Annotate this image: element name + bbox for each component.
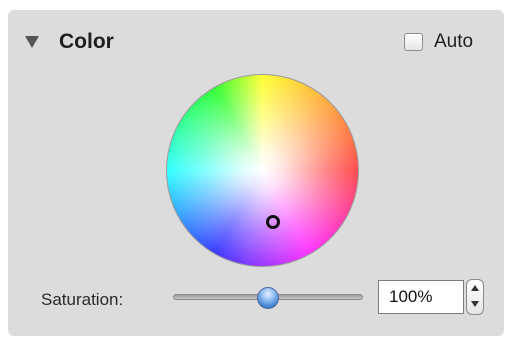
saturation-value-field[interactable]: 100%: [378, 280, 464, 314]
auto-checkbox[interactable]: [404, 33, 423, 51]
saturation-stepper[interactable]: [466, 279, 484, 315]
saturation-label: Saturation:: [41, 290, 124, 309]
chevron-up-icon[interactable]: [467, 280, 483, 297]
panel-title: Color: [59, 30, 114, 53]
chevron-down-icon[interactable]: [467, 297, 483, 314]
color-wheel[interactable]: [166, 74, 359, 267]
disclosure-triangle-down-icon[interactable]: [25, 36, 39, 48]
saturation-slider-knob[interactable]: [257, 287, 279, 309]
auto-checkbox-label[interactable]: Auto: [434, 31, 473, 53]
color-marker[interactable]: [266, 215, 280, 229]
